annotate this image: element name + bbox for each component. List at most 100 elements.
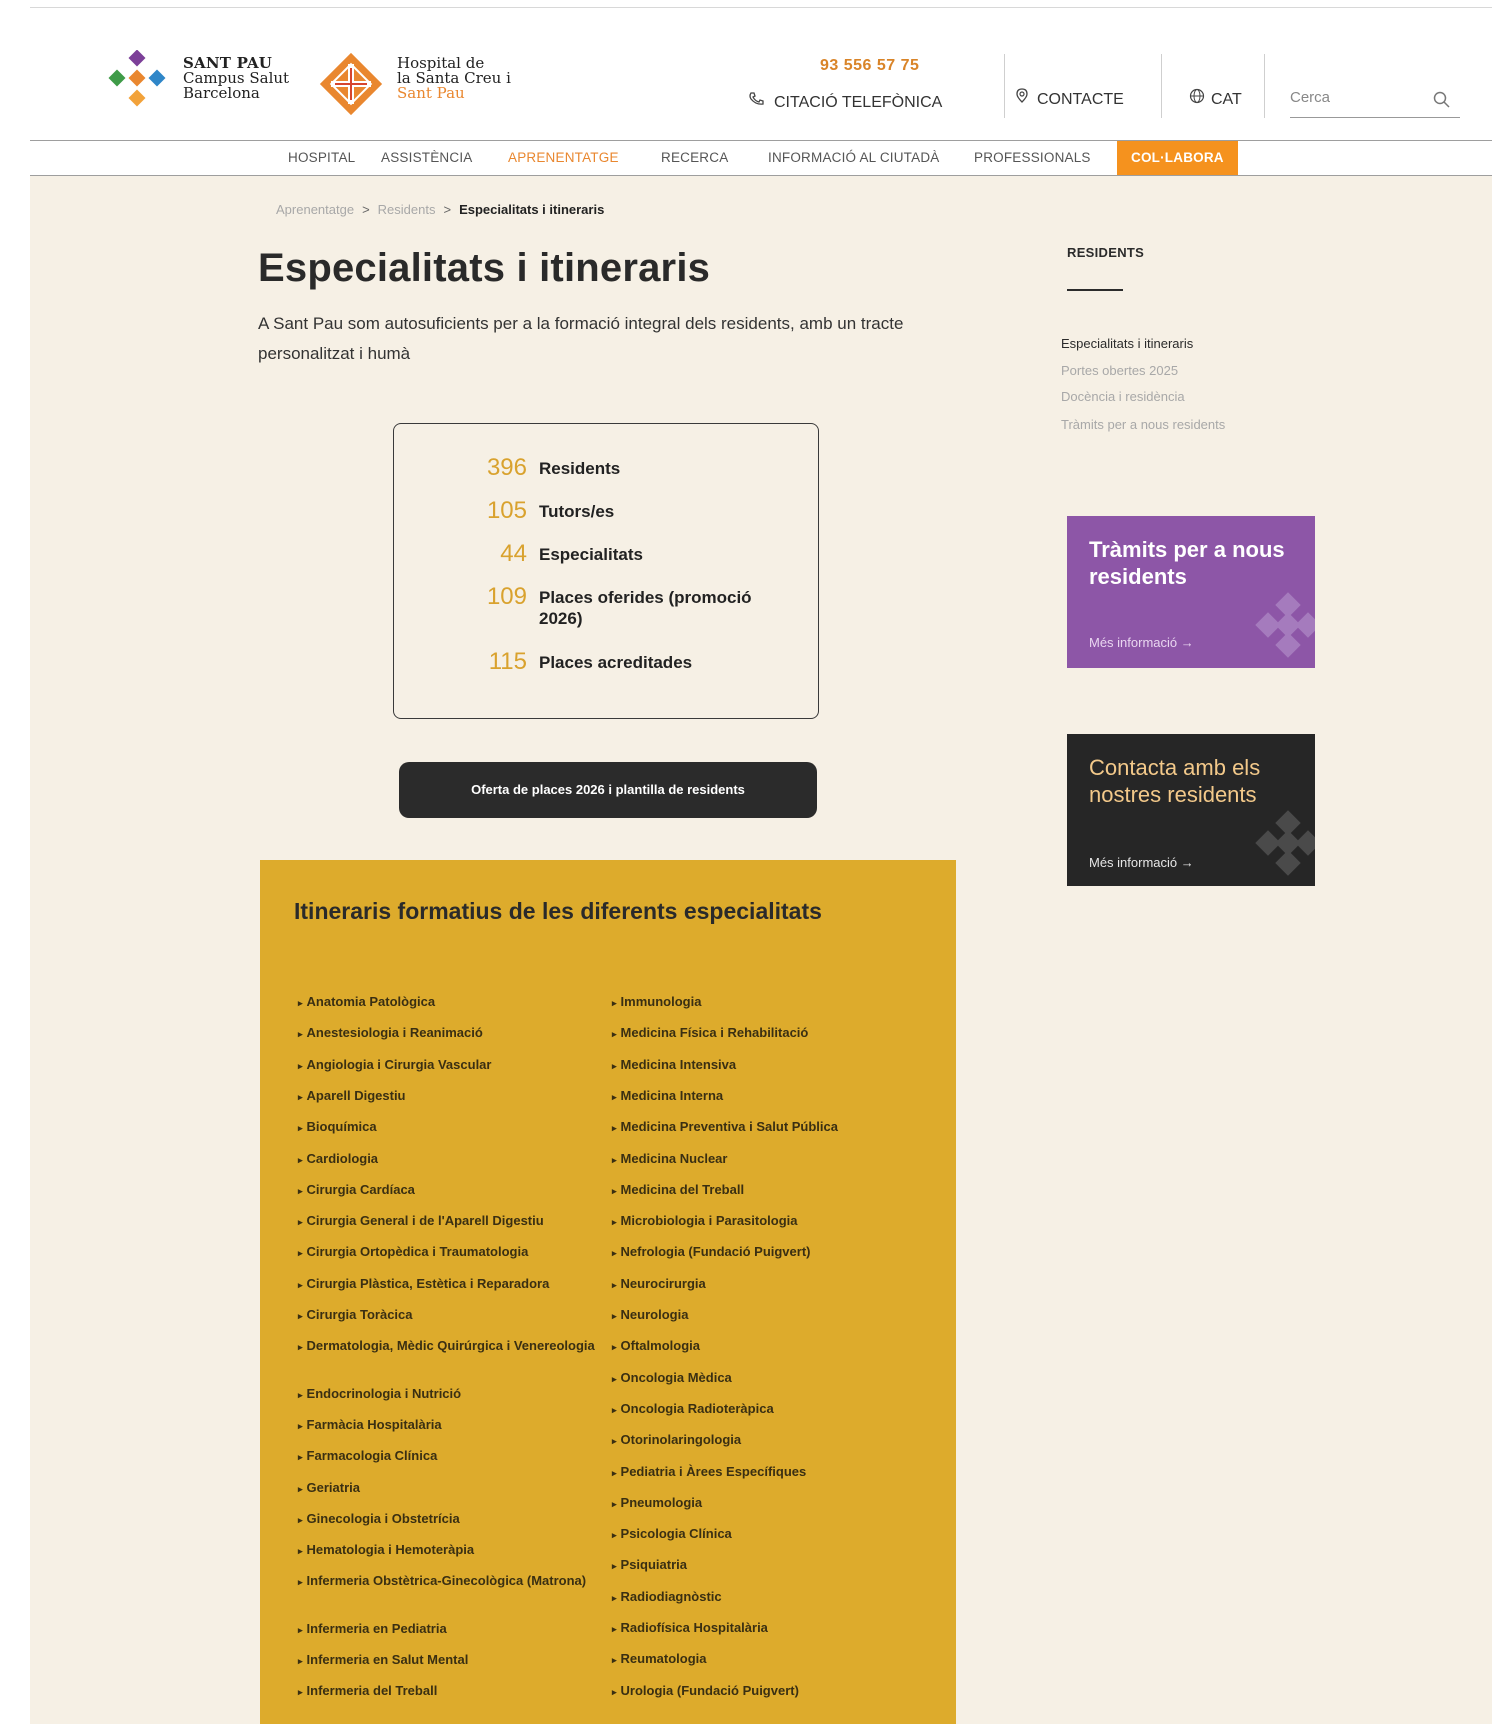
itinerari-link[interactable]: ▸ Oncologia Mèdica	[612, 1366, 912, 1391]
itinerari-link[interactable]: ▸ Radiodiagnòstic	[612, 1585, 912, 1610]
language-selector[interactable]: CAT	[1189, 88, 1242, 109]
nav-item-collabora[interactable]: COL·LABORA	[1117, 141, 1238, 175]
nav-item-assistencia[interactable]: ASSISTÈNCIA	[367, 141, 486, 175]
itinerari-link[interactable]: ▸ Angiologia i Cirurgia Vascular	[298, 1053, 598, 1078]
phone-number[interactable]: 93 556 57 75	[820, 57, 919, 75]
itinerari-link[interactable]: ▸ Aparell Digestiu	[298, 1084, 598, 1109]
breadcrumb-current: Especialitats i itineraris	[459, 202, 605, 217]
globe-icon	[1189, 88, 1205, 108]
itinerari-link[interactable]: ▸ Farmacologia Clínica	[298, 1444, 598, 1469]
bullet-icon: ▸	[298, 1624, 303, 1635]
itinerari-link[interactable]: ▸ Infermeria Obstètrica-Ginecològica (Mat…	[298, 1569, 598, 1594]
itinerari-link[interactable]: ▸ Nefrologia (Fundació Puigvert)	[612, 1240, 912, 1265]
itinerari-link[interactable]: ▸ Medicina del Treball	[612, 1178, 912, 1203]
contact-link[interactable]: CONTACTE	[1015, 88, 1124, 109]
search-input[interactable]	[1290, 84, 1440, 110]
itinerari-link[interactable]: ▸ Dermatologia, Mèdic Quirúrgica i Venere…	[298, 1334, 598, 1359]
sidebar-link-docencia[interactable]: Docència i residència	[1061, 389, 1185, 404]
itinerari-link[interactable]: ▸ Medicina Interna	[612, 1084, 912, 1109]
bullet-icon: ▸	[612, 1311, 617, 1321]
itinerari-link[interactable]: ▸ Microbiologia i Parasitologia	[612, 1209, 912, 1234]
nav-item-professionals[interactable]: PROFESSIONALS	[960, 141, 1105, 175]
itinerari-link[interactable]: ▸ Immunologia	[612, 990, 912, 1015]
itinerari-link[interactable]: ▸ Cirurgia General i de l'Aparell Digesti…	[298, 1209, 598, 1234]
itinerari-link[interactable]: ▸ Infermeria en Pediatria	[298, 1617, 598, 1642]
itinerari-link[interactable]: ▸ Cardiologia	[298, 1147, 598, 1172]
nav-item-aprenentatge[interactable]: APRENENTATGE	[494, 141, 633, 175]
itinerari-link[interactable]: ▸ Cirurgia Ortopèdica i Traumatologia	[298, 1240, 598, 1265]
bullet-icon: ▸	[298, 1029, 303, 1040]
bullet-icon: ▸	[612, 1029, 617, 1040]
itinerari-link[interactable]: ▸ Cirurgia Plàstica, Estètica i Reparador…	[298, 1272, 598, 1297]
itinerari-link[interactable]: ▸ Anatomia Patològica	[298, 990, 598, 1015]
itinerari-label: Medicina Nuclear	[620, 1150, 728, 1166]
itinerari-link[interactable]: ▸ Neurologia	[612, 1303, 912, 1328]
sidebar-link-tramits[interactable]: Tràmits per a nous residents	[1061, 417, 1225, 432]
itinerari-link[interactable]: ▸ Infermeria del Treball	[298, 1679, 598, 1704]
breadcrumb-item[interactable]: Residents	[378, 202, 436, 217]
itinerari-label: Farmacologia Clínica	[306, 1448, 438, 1464]
itinerari-link[interactable]: ▸ Cirurgia Cardíaca	[298, 1178, 598, 1203]
promo-card-tramits[interactable]: Tràmits per a nous residents Més informa…	[1067, 516, 1315, 668]
itinerari-label: Psiquiatria	[620, 1557, 687, 1573]
itinerari-link[interactable]: ▸ Pediatria i Àrees Específiques	[612, 1460, 912, 1485]
santpau-campus-logo[interactable]: SANT PAU Campus Salut Barcelona	[105, 42, 305, 112]
bullet-icon: ▸	[298, 1217, 303, 1228]
promo-more-link[interactable]: Més informació →	[1089, 855, 1194, 870]
itinerari-link[interactable]: ▸ Cirurgia Toràcica	[298, 1303, 598, 1328]
itinerari-link[interactable]: ▸ Endocrinologia i Nutrició	[298, 1382, 598, 1407]
itinerari-link[interactable]: ▸ Urologia (Fundació Puigvert)	[612, 1679, 912, 1704]
phone-appointment-link[interactable]: CITACIÓ TELEFÒNICA	[748, 91, 942, 112]
bullet-icon: ▸	[298, 1389, 303, 1400]
search-icon[interactable]	[1432, 90, 1452, 110]
itinerari-link[interactable]: ▸ Anestesiologia i Reanimació	[298, 1021, 598, 1046]
itinerari-label: Radiodiagnòstic	[620, 1588, 722, 1604]
bullet-icon: ▸	[612, 1561, 617, 1572]
sidebar-link-especialitats[interactable]: Especialitats i itineraris	[1061, 336, 1193, 351]
itinerari-label: Nefrologia (Fundació Puigvert)	[620, 1244, 811, 1260]
itinerari-label: Oncologia Mèdica	[620, 1369, 732, 1385]
bullet-icon: ▸	[612, 1404, 617, 1415]
itinerari-label: Cardiologia	[306, 1150, 379, 1166]
itinerari-link[interactable]: ▸ Neurocirurgia	[612, 1272, 912, 1297]
itinerari-link[interactable]: ▸ Hematologia i Hemoteràpia	[298, 1538, 598, 1563]
itinerari-link[interactable]: ▸ Infermeria en Salut Mental	[298, 1648, 598, 1673]
stat-label: Places acreditades	[539, 653, 693, 672]
itinerari-link[interactable]: ▸ Radiofísica Hospitalària	[612, 1616, 912, 1641]
itinerari-label: Neurocirurgia	[620, 1275, 706, 1291]
nav-item-informacio-ciutada[interactable]: INFORMACIÓ AL CIUTADÀ	[754, 141, 953, 175]
itinerari-link[interactable]: ▸ Bioquímica	[298, 1115, 598, 1140]
itinerari-link[interactable]: ▸ Geriatria	[298, 1476, 598, 1501]
itinerari-link[interactable]: ▸ Oftalmologia	[612, 1334, 912, 1359]
stat-label: Tutors/es	[539, 502, 615, 521]
stat-value: 109	[486, 583, 527, 610]
itinerari-link[interactable]: ▸ Otorinolaringologia	[612, 1428, 912, 1453]
itinerari-link[interactable]: ▸ Medicina Física i Rehabilitació	[612, 1021, 912, 1046]
sidebar-link-portes-obertes[interactable]: Portes obertes 2025	[1061, 363, 1178, 378]
itinerari-link[interactable]: ▸ Pneumologia	[612, 1491, 912, 1516]
promo-more-link[interactable]: Més informació →	[1089, 635, 1194, 650]
header-separator	[1264, 54, 1265, 118]
itinerari-label: Cirurgia General i de l'Aparell Digestiu	[306, 1213, 544, 1229]
bullet-icon: ▸	[612, 1498, 617, 1509]
itinerari-link[interactable]: ▸ Oncologia Radioteràpica	[612, 1397, 912, 1422]
bullet-icon: ▸	[612, 1373, 617, 1384]
itinerari-link[interactable]: ▸ Reumatologia	[612, 1647, 912, 1672]
itinerari-link[interactable]: ▸ Ginecologia i Obstetrícia	[298, 1507, 598, 1532]
phone-appointment[interactable]: 93 556 57 75 CITACIÓ TELEFÒNICA	[748, 53, 1008, 123]
bullet-icon: ▸	[298, 1577, 303, 1588]
itinerari-link[interactable]: ▸ Medicina Preventiva i Salut Pública	[612, 1115, 912, 1140]
itinerari-link[interactable]: ▸ Medicina Nuclear	[612, 1147, 912, 1172]
itinerari-link[interactable]: ▸ Medicina Intensiva	[612, 1053, 912, 1078]
itinerari-link[interactable]: ▸ Psiquiatria	[612, 1553, 912, 1578]
itinerari-link[interactable]: ▸ Farmàcia Hospitalària	[298, 1413, 598, 1438]
promo-card-contacta[interactable]: Contacta amb els nostres residents Més i…	[1067, 734, 1315, 886]
breadcrumb-item[interactable]: Aprenentatge	[276, 202, 354, 217]
bullet-icon: ▸	[612, 1185, 617, 1196]
nav-item-recerca[interactable]: RECERCA	[647, 141, 742, 175]
location-pin-icon	[1015, 88, 1029, 108]
hospital-logo[interactable]: Hospital de la Santa Creu i Sant Pau	[315, 42, 545, 116]
itinerari-link[interactable]: ▸ Psicologia Clínica	[612, 1522, 912, 1547]
oferta-places-button[interactable]: Oferta de places 2026 i plantilla de res…	[399, 762, 817, 818]
nav-item-hospital[interactable]: HOSPITAL	[274, 141, 369, 175]
